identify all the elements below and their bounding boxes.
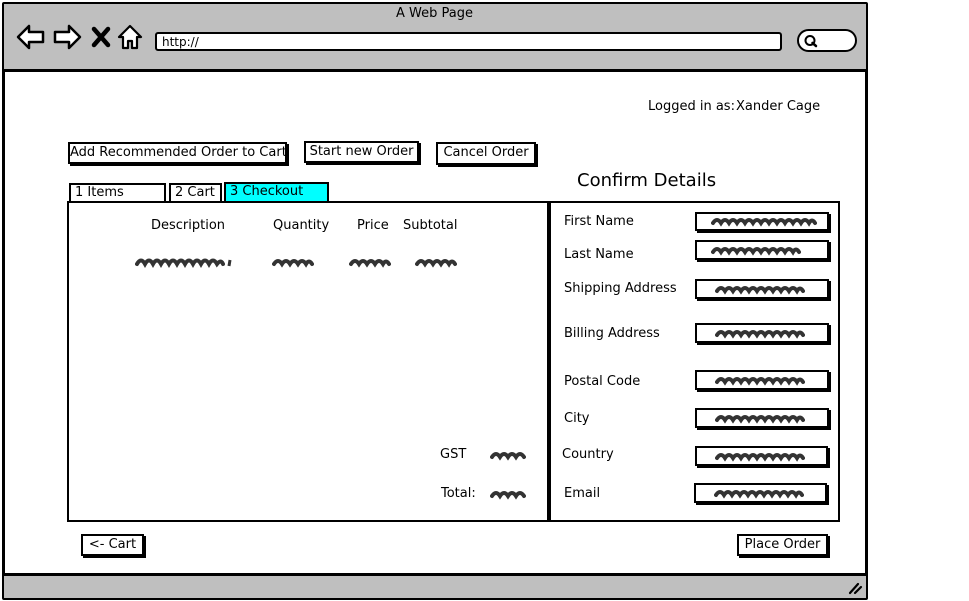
shipping-address-input[interactable] (695, 279, 829, 299)
country-value-scribble (715, 453, 805, 462)
item-subtotal-placeholder (415, 259, 457, 268)
forward-arrow-icon[interactable] (52, 22, 82, 52)
postal-code-label: Postal Code (564, 374, 641, 389)
start-new-order-button[interactable]: Start new Order (304, 141, 419, 163)
last-name-value-scribble (711, 247, 801, 256)
home-icon[interactable] (117, 22, 143, 52)
order-summary-panel (67, 201, 549, 522)
url-input[interactable]: http:// (155, 32, 782, 51)
column-header-subtotal: Subtotal (403, 218, 458, 233)
resize-grip-icon[interactable] (847, 580, 863, 595)
cancel-order-button[interactable]: Cancel Order (436, 142, 536, 165)
first-name-label: First Name (564, 214, 634, 229)
place-order-button[interactable]: Place Order (737, 534, 828, 556)
window-title: A Web Page (396, 6, 473, 21)
postal-code-input[interactable] (695, 370, 829, 390)
tab-cart[interactable]: 2 Cart (169, 183, 222, 203)
item-quantity-placeholder (272, 259, 314, 268)
column-header-price: Price (357, 218, 389, 233)
shipping-address-label: Shipping Address (564, 281, 677, 296)
add-recommended-order-button[interactable]: Add Recommended Order to Cart (68, 142, 287, 164)
email-label: Email (564, 486, 601, 501)
city-value-scribble (715, 415, 805, 424)
status-bar (4, 573, 866, 598)
column-header-description: Description (151, 218, 226, 233)
billing-address-value-scribble (715, 330, 805, 339)
tab-checkout[interactable]: 3 Checkout (224, 182, 329, 203)
gst-value-placeholder (490, 452, 526, 461)
first-name-value-scribble (711, 218, 817, 227)
logged-in-label: Logged in as: (648, 99, 735, 114)
search-icon (804, 35, 818, 48)
confirm-details-title: Confirm Details (577, 170, 717, 191)
city-input[interactable] (695, 408, 829, 428)
close-icon[interactable] (90, 22, 112, 52)
item-price-placeholder (349, 259, 391, 268)
country-input[interactable] (695, 446, 828, 466)
browser-search-field[interactable] (797, 29, 857, 52)
billing-address-label: Billing Address (564, 326, 660, 341)
item-description-placeholder (135, 258, 232, 269)
column-header-quantity: Quantity (273, 218, 330, 233)
total-label: Total: (441, 486, 476, 501)
back-arrow-icon[interactable] (16, 22, 46, 52)
user-name: Xander Cage (736, 99, 821, 114)
city-label: City (564, 411, 590, 426)
back-to-cart-button[interactable]: <- Cart (81, 534, 144, 556)
shipping-address-value-scribble (715, 286, 805, 295)
postal-code-value-scribble (715, 377, 805, 386)
last-name-input[interactable] (695, 240, 829, 260)
first-name-input[interactable] (695, 212, 829, 231)
gst-label: GST (440, 447, 467, 462)
country-label: Country (562, 447, 614, 462)
total-value-placeholder (490, 491, 526, 500)
email-value-scribble (714, 490, 804, 499)
email-input[interactable] (694, 483, 827, 503)
tab-items[interactable]: 1 Items (69, 183, 166, 203)
last-name-label: Last Name (564, 247, 634, 262)
billing-address-input[interactable] (695, 323, 829, 343)
